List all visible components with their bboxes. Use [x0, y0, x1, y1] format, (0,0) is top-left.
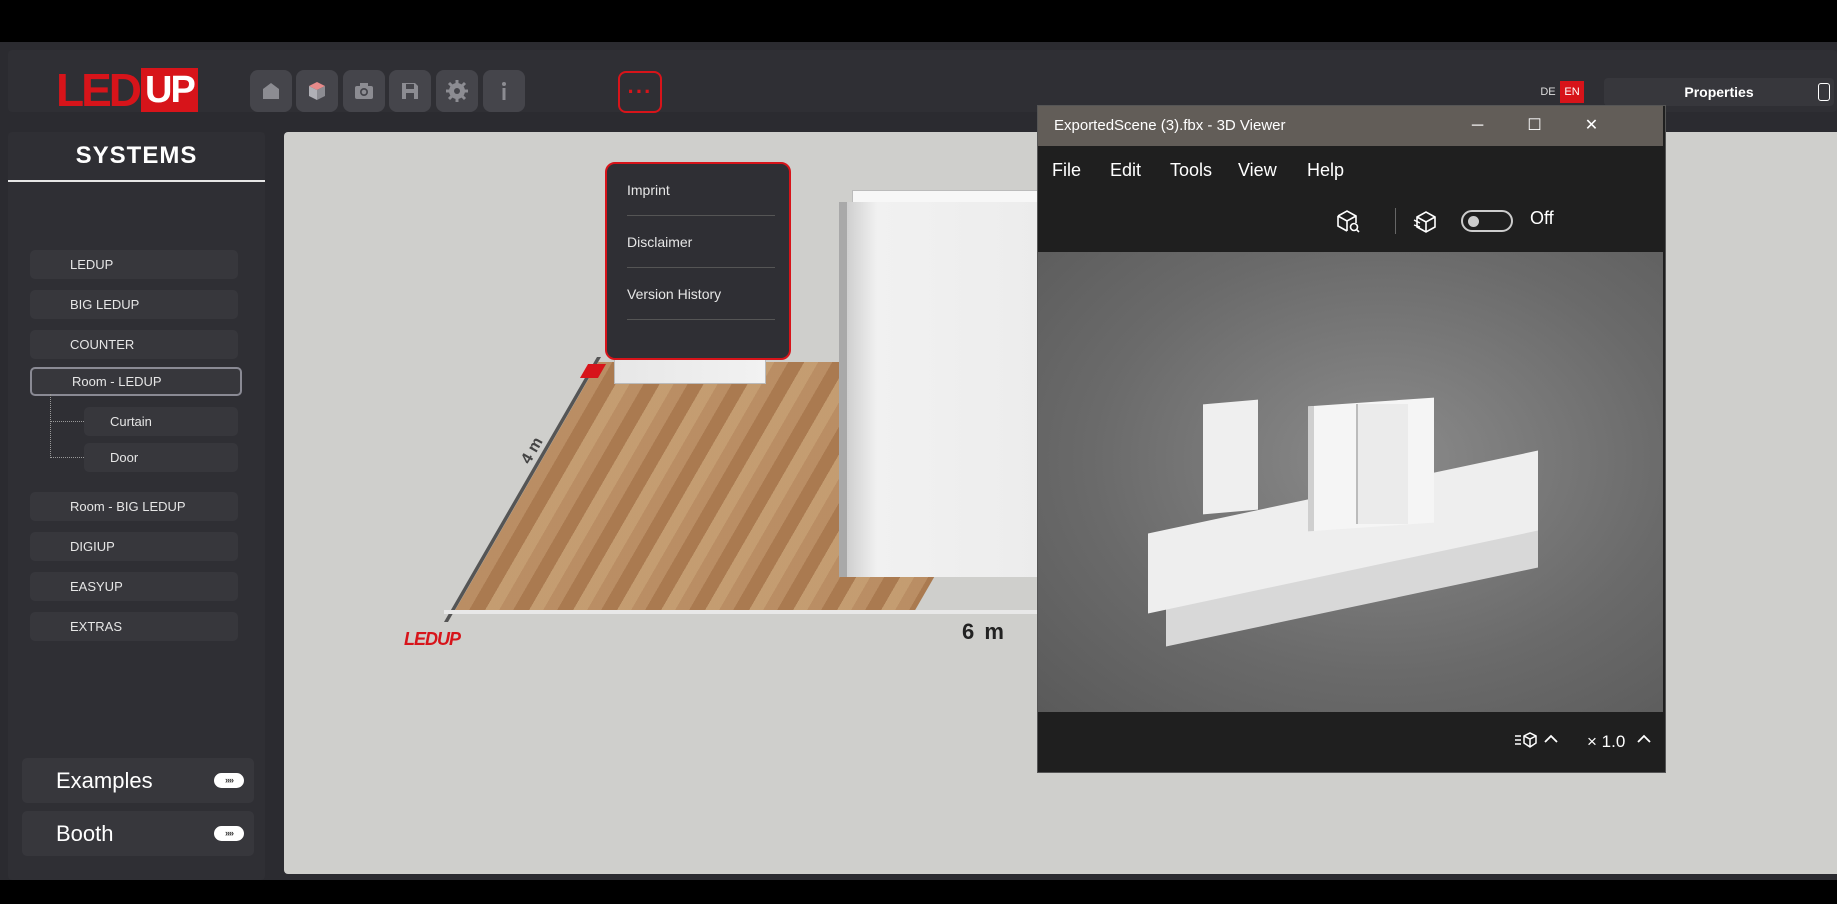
- viewer-title: ExportedScene (3).fbx - 3D Viewer: [1054, 117, 1286, 134]
- animation-list-icon[interactable]: [1514, 730, 1538, 750]
- viewer-canvas[interactable]: [1038, 252, 1663, 712]
- info-icon: [502, 82, 506, 100]
- chevron-up-icon[interactable]: [1543, 732, 1559, 746]
- sidebar-item-room-big-ledup[interactable]: Room - BIG LEDUP: [30, 492, 238, 521]
- close-button[interactable]: ✕: [1563, 106, 1620, 146]
- menu-item-version-history[interactable]: Version History: [627, 268, 775, 320]
- booth-wall: [839, 202, 1047, 577]
- properties-scroll-icon[interactable]: [1818, 83, 1830, 101]
- toggle-state-label: Off: [1530, 208, 1554, 228]
- tree-branch: [50, 421, 84, 422]
- sidebar-item-door[interactable]: Door: [84, 443, 238, 472]
- home-button[interactable]: [250, 70, 292, 112]
- camera-icon: [355, 83, 373, 99]
- lighting-icon[interactable]: [1412, 208, 1438, 234]
- sidebar-item-curtain[interactable]: Curtain: [84, 407, 238, 436]
- sidebar-title: SYSTEMS: [75, 142, 198, 169]
- examples-label: Examples: [56, 768, 153, 793]
- lighting-toggle[interactable]: [1461, 210, 1513, 232]
- sidebar-item-extras[interactable]: EXTRAS: [30, 612, 238, 641]
- sidebar-item-easyup[interactable]: EASYUP: [30, 572, 238, 601]
- tree-connector: [50, 394, 51, 458]
- menu-tools[interactable]: Tools: [1170, 160, 1212, 181]
- menu-item-disclaimer[interactable]: Disclaimer: [627, 216, 775, 268]
- sidebar-item-room-ledup[interactable]: Room - LEDUP: [30, 367, 242, 396]
- booth-expand-icon[interactable]: »»: [214, 826, 244, 841]
- language-switch: DE EN: [1536, 81, 1584, 103]
- top-toolbar: LED UP ··· DE EN Properties: [8, 50, 1837, 116]
- examples-button[interactable]: Examples »»: [22, 758, 254, 803]
- save-icon: [402, 83, 418, 99]
- sidebar-item-big-ledup[interactable]: BIG LEDUP: [30, 290, 238, 319]
- toolbar-separator: [1395, 208, 1396, 234]
- properties-label: Properties: [1684, 84, 1754, 100]
- 3d-viewer-window: ExportedScene (3).fbx - 3D Viewer ─ ☐ ✕ …: [1037, 105, 1666, 773]
- logo-led-text: LED: [56, 64, 142, 116]
- sidebar-item-ledup[interactable]: LEDUP: [30, 250, 238, 279]
- more-button[interactable]: ···: [618, 71, 662, 113]
- sidebar-item-digiup[interactable]: DIGIUP: [30, 532, 238, 561]
- examples-expand-icon[interactable]: »»: [214, 773, 244, 788]
- 3d-search-icon[interactable]: [1335, 208, 1361, 234]
- viewer-status-bar: × 1.0: [1038, 712, 1663, 770]
- info-button[interactable]: [483, 70, 525, 112]
- booth-label: Booth: [56, 821, 114, 846]
- toggle-knob: [1468, 216, 1479, 227]
- floor-edge-front: [444, 610, 1044, 614]
- tree-branch: [50, 457, 84, 458]
- more-icon: ···: [627, 79, 653, 104]
- cube-button[interactable]: [296, 70, 338, 112]
- booth-button[interactable]: Booth »»: [22, 811, 254, 856]
- more-dropdown-menu: Imprint Disclaimer Version History: [605, 162, 791, 360]
- measure-width-label: 6 m: [962, 619, 1006, 644]
- camera-button[interactable]: [343, 70, 385, 112]
- systems-sidebar: SYSTEMS LEDUP BIG LEDUP COUNTER Room - L…: [8, 132, 265, 880]
- logo-up-text: UP: [141, 68, 198, 112]
- cube-icon: [309, 82, 325, 100]
- sidebar-divider: [8, 180, 265, 182]
- lang-en-button[interactable]: EN: [1560, 81, 1584, 103]
- properties-panel-header[interactable]: Properties: [1604, 78, 1834, 106]
- save-button[interactable]: [389, 70, 431, 112]
- menu-item-imprint[interactable]: Imprint: [627, 164, 775, 216]
- viewer-menu-bar: File Edit Tools View Help: [1038, 146, 1663, 196]
- chevron-up-icon[interactable]: [1636, 732, 1652, 746]
- minimize-button[interactable]: ─: [1449, 106, 1506, 146]
- maximize-button[interactable]: ☐: [1506, 106, 1563, 146]
- viewer-toolbar: Off: [1038, 196, 1663, 246]
- model-panel: [1356, 404, 1408, 524]
- home-icon: [263, 83, 279, 99]
- menu-edit[interactable]: Edit: [1110, 160, 1141, 181]
- menu-help[interactable]: Help: [1307, 160, 1344, 181]
- zoom-speed-label: × 1.0: [1587, 732, 1626, 751]
- settings-icon: [446, 80, 468, 102]
- settings-button[interactable]: [436, 70, 478, 112]
- sidebar-item-counter[interactable]: COUNTER: [30, 330, 238, 359]
- menu-view[interactable]: View: [1238, 160, 1277, 181]
- model-panel: [1203, 399, 1258, 515]
- ledup-logo[interactable]: LED UP: [56, 64, 198, 116]
- lang-de-button[interactable]: DE: [1536, 81, 1560, 103]
- floor-logo: LEDUP: [404, 629, 461, 649]
- menu-file[interactable]: File: [1052, 160, 1081, 181]
